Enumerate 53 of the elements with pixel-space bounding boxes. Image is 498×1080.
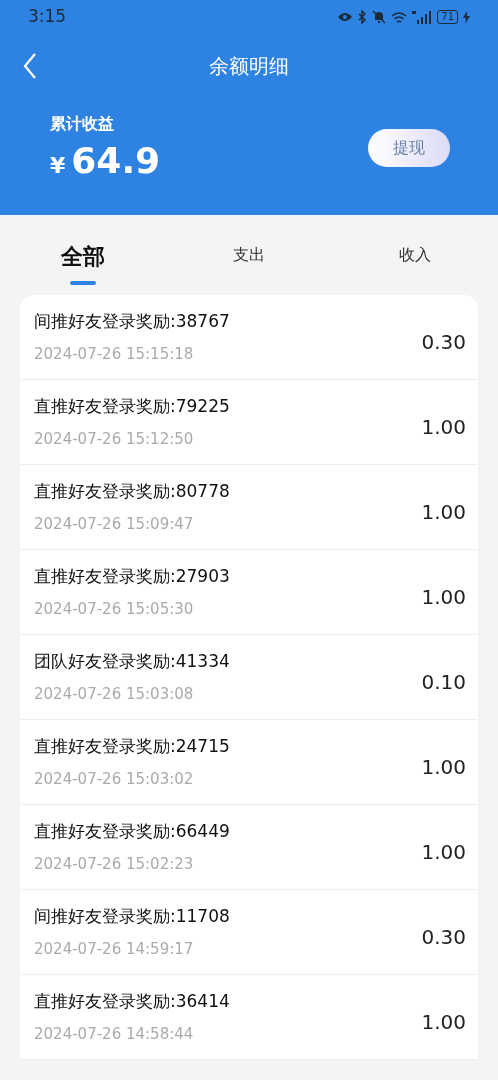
status-time: 3:15 [28, 5, 67, 29]
record-row[interactable]: 直推好友登录奖励:27903 2024-07-26 15:05:30 1.00 [20, 550, 478, 635]
record-amount: 0.30 [421, 329, 466, 356]
wifi-icon [391, 10, 408, 24]
bluetooth-icon [358, 10, 368, 24]
record-title: 直推好友登录奖励:79225 [34, 395, 230, 418]
record-row[interactable]: 间推好友登录奖励:11708 2024-07-26 14:59:17 0.30 [20, 890, 478, 975]
record-row[interactable]: 间推好友登录奖励:38767 2024-07-26 15:15:18 0.30 [20, 295, 478, 380]
earnings-label: 累计收益 [50, 113, 115, 135]
charging-icon [463, 10, 470, 24]
earnings-amount: 64.9 [71, 139, 161, 183]
record-row[interactable]: 直推好友登录奖励:24715 2024-07-26 15:03:02 1.00 [20, 720, 478, 805]
battery-indicator: 71 [437, 10, 458, 24]
record-time: 2024-07-26 15:15:18 [34, 343, 195, 365]
record-title: 直推好友登录奖励:80778 [34, 480, 230, 503]
record-row[interactable]: 直推好友登录奖励:36414 2024-07-26 14:58:44 1.00 [20, 975, 478, 1060]
record-row[interactable]: 直推好友登录奖励:66449 2024-07-26 15:02:23 1.00 [20, 805, 478, 890]
record-time: 2024-07-26 14:59:17 [34, 938, 195, 960]
record-time: 2024-07-26 15:03:08 [34, 683, 195, 705]
page-title: 余额明细 [209, 53, 289, 80]
record-time: 2024-07-26 15:05:30 [34, 598, 195, 620]
tab[interactable]: 收入 [372, 215, 458, 295]
back-button[interactable] [22, 52, 38, 80]
record-time: 2024-07-26 15:09:47 [34, 513, 195, 535]
record-row[interactable]: 直推好友登录奖励:79225 2024-07-26 15:12:50 1.00 [20, 380, 478, 465]
currency-symbol: ¥ [50, 152, 66, 180]
record-amount: 1.00 [421, 754, 466, 781]
tab[interactable]: 支出 [206, 215, 292, 295]
eye-icon [337, 11, 354, 23]
muted-bell-icon [372, 10, 387, 24]
record-amount: 1.00 [421, 414, 466, 441]
record-title: 直推好友登录奖励:27903 [34, 565, 230, 588]
record-amount: 1.00 [421, 1009, 466, 1036]
record-title: 直推好友登录奖励:66449 [34, 820, 230, 843]
tab[interactable]: 全部 [40, 215, 126, 295]
signal-icon [412, 10, 433, 24]
record-time: 2024-07-26 14:58:44 [34, 1023, 195, 1045]
record-title: 间推好友登录奖励:11708 [34, 905, 230, 928]
record-title: 团队好友登录奖励:41334 [34, 650, 230, 673]
record-amount: 1.00 [421, 839, 466, 866]
withdraw-button[interactable]: 提现 [368, 129, 450, 167]
record-time: 2024-07-26 15:03:02 [34, 768, 195, 790]
record-amount: 0.30 [421, 924, 466, 951]
record-title: 直推好友登录奖励:24715 [34, 735, 230, 758]
record-row[interactable]: 团队好友登录奖励:41334 2024-07-26 15:03:08 0.10 [20, 635, 478, 720]
record-title: 直推好友登录奖励:36414 [34, 990, 230, 1013]
record-time: 2024-07-26 15:02:23 [34, 853, 195, 875]
record-amount: 1.00 [421, 584, 466, 611]
record-time: 2024-07-26 15:12:50 [34, 428, 195, 450]
record-row[interactable]: 直推好友登录奖励:80778 2024-07-26 15:09:47 1.00 [20, 465, 478, 550]
record-amount: 0.10 [421, 669, 466, 696]
record-amount: 1.00 [421, 499, 466, 526]
record-title: 间推好友登录奖励:38767 [34, 310, 230, 333]
